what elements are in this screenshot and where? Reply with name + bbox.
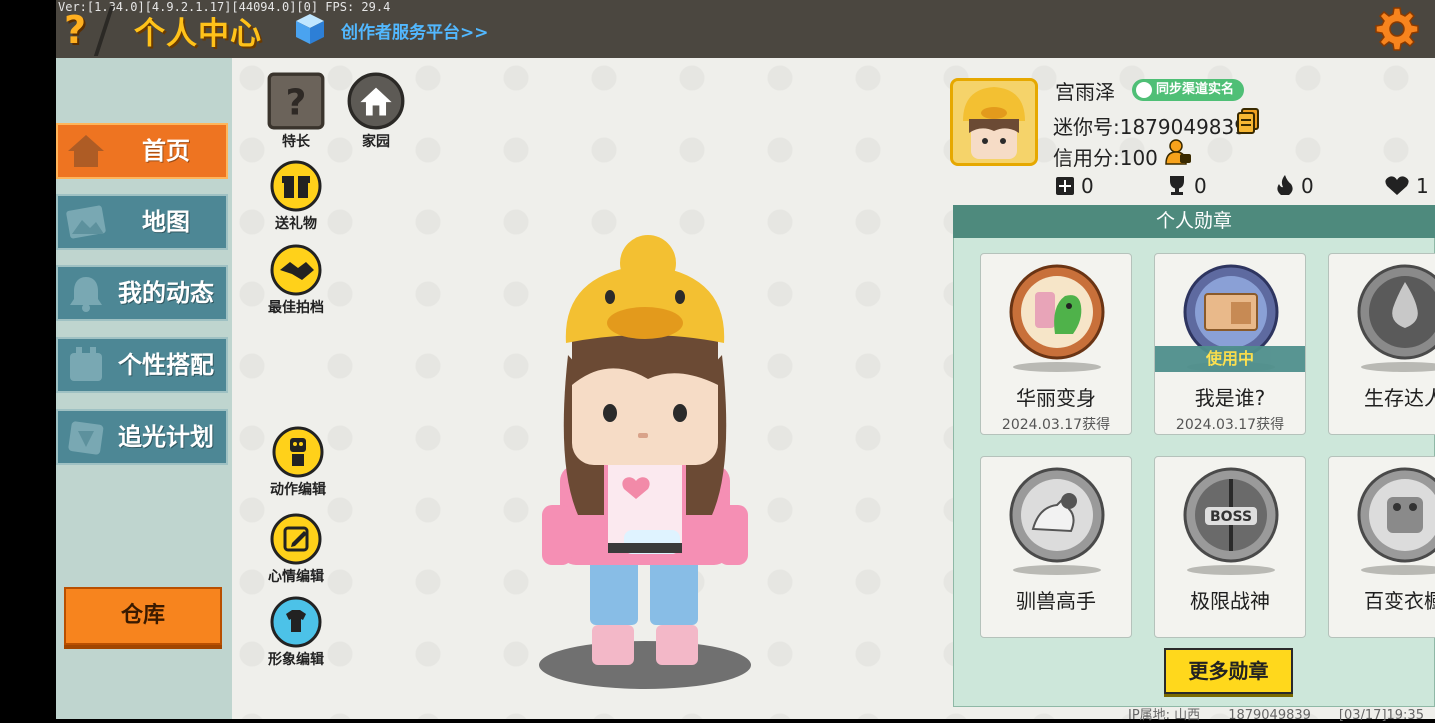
sidebar-item-label: 地图	[142, 208, 190, 236]
bell-icon	[70, 277, 102, 312]
sidebar-item-light-plan[interactable]: 追光计划	[56, 409, 228, 465]
sidebar-item-label: 我的动态	[118, 279, 214, 307]
best-partner-button[interactable]: 最佳拍档	[256, 244, 336, 317]
medal-name: 驯兽高手	[1016, 589, 1096, 613]
medal-card[interactable]: BOSS 极限战神	[1154, 456, 1306, 638]
medal-date: 2024.03.17获得	[1001, 417, 1111, 433]
send-gift-label: 送礼物	[275, 216, 317, 232]
footer-uid: 1879049839	[1228, 708, 1311, 723]
stat-value: 0	[1194, 174, 1207, 198]
specialty-button[interactable]: ? 特长	[256, 72, 336, 151]
mood-edit-label: 心情编辑	[268, 569, 324, 585]
sidebar-item-map[interactable]: 地图	[56, 194, 228, 250]
gift-icon	[270, 160, 322, 212]
stat-trophy: 0	[1166, 174, 1207, 198]
more-medals-button[interactable]: 更多勋章	[1164, 648, 1293, 694]
sidebar-item-label: 个性搭配	[118, 351, 214, 379]
medal-name: 极限战神	[1190, 589, 1270, 613]
medal-shadow	[1187, 565, 1275, 575]
question-block-icon: ?	[267, 72, 325, 130]
footer-info: IP属地: 山西 1879049839 [03/17]19:35	[1128, 704, 1435, 723]
home-button[interactable]: 家园	[336, 72, 416, 151]
wardrobe-medal-icon	[1357, 467, 1435, 563]
handshake-icon	[270, 244, 322, 296]
action-edit-label: 动作编辑	[270, 482, 326, 498]
medal-card[interactable]: 华丽变身 2024.03.17获得	[980, 253, 1132, 435]
best-partner-label: 最佳拍档	[268, 300, 324, 316]
medal-shadow	[1013, 362, 1101, 372]
stat-add-friend: 0	[1055, 174, 1094, 198]
warehouse-button[interactable]: 仓库	[64, 587, 222, 645]
question-mark-icon[interactable]: ?	[64, 8, 96, 52]
sidebar-item-home[interactable]: 首页	[56, 123, 228, 179]
sidebar-item-label: 追光计划	[118, 423, 214, 451]
person-icon	[1136, 82, 1152, 98]
light-icon	[68, 421, 104, 455]
trophy-icon	[1170, 176, 1184, 195]
gear-icon[interactable]	[1374, 6, 1420, 52]
stat-value: 1	[1416, 174, 1429, 198]
credit-score: 信用分:100	[1053, 146, 1158, 170]
verify-badge[interactable]: 同步渠道实名	[1132, 79, 1245, 101]
house-icon	[68, 135, 104, 167]
avatar-portrait-icon	[953, 81, 1035, 163]
medal-name: 华丽变身	[1016, 386, 1096, 410]
medal-panel-title: 个人勋章	[953, 205, 1435, 238]
medal-shadow	[1361, 565, 1435, 575]
medal-shadow	[1361, 362, 1435, 372]
sidebar-item-outfit[interactable]: 个性搭配	[56, 337, 228, 393]
medal-card[interactable]: 使用中 我是谁? 2024.03.17获得	[1154, 253, 1306, 435]
medal-name: 我是谁?	[1194, 386, 1266, 410]
medal-date: 2024.03.17获得	[1175, 417, 1285, 433]
send-gift-button[interactable]: 送礼物	[256, 160, 336, 233]
action-edit-button[interactable]: 动作编辑	[258, 426, 338, 499]
character-avatar[interactable]	[520, 225, 770, 695]
creator-platform-link[interactable]: 创作者服务平台>>	[341, 18, 489, 43]
stat-heart: 1	[1384, 174, 1429, 198]
medal-name: 生存达人	[1364, 386, 1435, 410]
dinosaur-medal-icon	[1009, 264, 1105, 360]
mood-edit-button[interactable]: 心情编辑	[256, 513, 336, 586]
ip-location: IP属地: 山西	[1128, 708, 1201, 723]
heart-icon	[1385, 176, 1409, 195]
avatar[interactable]	[950, 78, 1038, 166]
medal-card[interactable]: 生存达人	[1328, 253, 1435, 435]
robot-icon	[272, 426, 324, 478]
horse-medal-icon	[1009, 467, 1105, 563]
add-friend-icon	[1056, 177, 1074, 195]
verify-badge-label: 同步渠道实名	[1156, 82, 1235, 97]
pencil-edit-icon	[270, 513, 322, 565]
stat-value: 0	[1301, 174, 1314, 198]
page-title: 个人中心	[134, 16, 262, 52]
specialty-label: 特长	[282, 134, 310, 150]
image-edit-label: 形象编辑	[268, 652, 324, 668]
home-label: 家园	[362, 134, 390, 150]
outfit-edit-icon	[270, 596, 322, 648]
medal-shadow	[1013, 565, 1101, 575]
cube-icon[interactable]	[294, 12, 326, 46]
username: 宫雨泽	[1055, 80, 1115, 104]
stat-value: 0	[1081, 174, 1094, 198]
svg-text:BOSS: BOSS	[1210, 509, 1252, 525]
medal-name: 百变衣橱	[1364, 589, 1435, 613]
mini-id: 迷你号:1879049839	[1053, 115, 1247, 139]
map-icon	[66, 205, 106, 239]
svg-text:?: ?	[286, 82, 307, 123]
outfit-icon	[70, 347, 102, 381]
medal-card[interactable]: 百变衣橱	[1328, 456, 1435, 638]
campfire-medal-icon	[1357, 264, 1435, 360]
copy-icon[interactable]	[1236, 108, 1260, 134]
medal-card[interactable]: 驯兽高手	[980, 456, 1132, 638]
in-use-badge: 使用中	[1155, 346, 1305, 372]
flame-icon	[1277, 175, 1293, 195]
stat-flame: 0	[1275, 174, 1314, 198]
footer-timestamp: [03/17]19:35	[1338, 708, 1424, 723]
boss-medal-icon: BOSS	[1183, 467, 1279, 563]
sidebar-item-dynamics[interactable]: 我的动态	[56, 265, 228, 321]
sidebar-item-label: 首页	[142, 137, 190, 165]
credit-person-icon[interactable]	[1164, 138, 1192, 166]
house-icon	[347, 72, 405, 130]
image-edit-button[interactable]: 形象编辑	[256, 596, 336, 669]
